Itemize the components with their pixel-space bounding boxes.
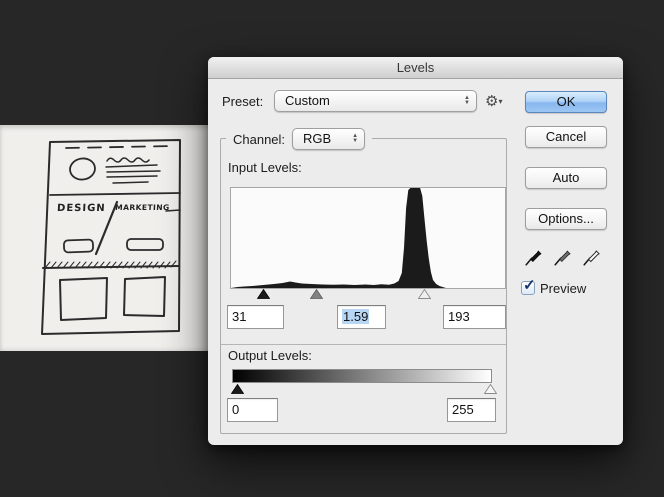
white-point-eyedropper-button[interactable] [582, 245, 604, 267]
output-gradient-bar [232, 369, 492, 383]
selected-text: 1.59 [342, 309, 370, 324]
cancel-button[interactable]: Cancel [525, 126, 607, 148]
sketch-image-box-right [123, 276, 166, 317]
sketch-button-left [63, 238, 94, 254]
output-white-field[interactable]: 255 [447, 398, 496, 422]
preview-checkbox[interactable]: ✓ [521, 277, 536, 295]
stepper-arrows-icon: ▲ ▼ [464, 95, 470, 106]
preset-options-gear-button[interactable]: ⚙▾ [485, 91, 511, 115]
gear-caret-icon: ▾ [498, 97, 503, 106]
output-black-field[interactable]: 0 [227, 398, 278, 422]
dialog-title: Levels [396, 60, 435, 75]
output-black-slider[interactable] [231, 384, 244, 394]
histogram-shape [231, 188, 505, 288]
sketch-divider [49, 192, 181, 196]
gear-icon: ⚙ [485, 93, 499, 110]
sketch-text-lines [105, 164, 161, 184]
sketch-button-right [126, 238, 164, 251]
shadow-input-slider[interactable] [257, 289, 270, 299]
channel-label: Channel: [233, 131, 286, 147]
output-levels-label: Output Levels: [228, 348, 312, 363]
sketch-design-label: DESIGN [57, 203, 106, 214]
sketch-marketing-label: MARKETING [115, 203, 170, 212]
channel-legend: Channel: RGB ▲ ▼ [226, 127, 373, 151]
options-button[interactable]: Options... [525, 208, 607, 230]
ok-button[interactable]: OK [525, 91, 607, 113]
preset-label: Preset: [222, 94, 264, 109]
channel-value: RGB [303, 131, 332, 146]
black-point-eyedropper-button[interactable] [524, 245, 546, 267]
photoshop-workspace: DESIGN MARKETING Levels Preset: Custom ▲… [0, 0, 664, 497]
sketch-dashed-line [65, 145, 175, 149]
histogram [230, 187, 506, 289]
sketch-circle [69, 157, 96, 181]
channel-dropdown[interactable]: RGB ▲ ▼ [292, 128, 366, 150]
shadow-input-field[interactable]: 31 [227, 305, 284, 329]
preset-dropdown[interactable]: Custom ▲ ▼ [274, 90, 477, 112]
levels-dialog: Levels Preset: Custom ▲ ▼ ⚙▾ Channel: RGB… [208, 57, 623, 445]
preview-label: Preview [540, 281, 587, 296]
preset-value: Custom [285, 93, 330, 108]
highlight-input-field[interactable]: 193 [443, 305, 506, 329]
gamma-input-field[interactable]: 1.59 [337, 305, 386, 329]
sketch-frame [41, 139, 181, 335]
sketch-underline [165, 209, 181, 212]
stepper-arrows-icon: ▲ ▼ [352, 133, 359, 144]
check-icon: ✓ [523, 277, 536, 294]
dialog-titlebar[interactable]: Levels [208, 57, 623, 79]
input-levels-label: Input Levels: [228, 160, 302, 175]
sketch-image-box-left [59, 277, 108, 321]
gamma-input-slider[interactable] [310, 289, 323, 299]
gray-point-eyedropper-button[interactable] [553, 245, 575, 267]
auto-button[interactable]: Auto [525, 167, 607, 189]
wireframe-sketch: DESIGN MARKETING [41, 139, 181, 335]
highlight-input-slider[interactable] [418, 289, 431, 299]
sketch-squiggle [106, 157, 150, 163]
histogram-plot [231, 188, 505, 288]
output-white-slider[interactable] [484, 384, 497, 394]
section-divider [221, 344, 506, 345]
